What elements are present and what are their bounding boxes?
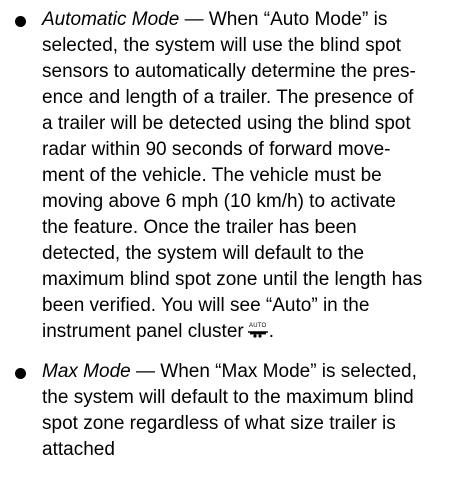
list-item-automatic-mode: Automatic Mode — When “Auto Mode” is sel… bbox=[0, 0, 452, 345]
max-mode-term: Max Mode bbox=[42, 361, 131, 382]
text-line: Automatic Mode — When “Auto Mode” is bbox=[42, 9, 388, 30]
text-line: moving above 6 mph (10 km/h) to activate bbox=[42, 191, 396, 212]
text-line: sensors to automatically determine the p… bbox=[42, 61, 416, 82]
text-line: ment of the vehicle. The vehicle must be bbox=[42, 165, 382, 186]
text-line: the feature. Once the trailer has been bbox=[42, 217, 357, 238]
text-line: ence and length of a trailer. The presen… bbox=[42, 87, 414, 108]
automatic-mode-term: Automatic Mode bbox=[42, 9, 180, 30]
text-line: the system will default to the maximum b… bbox=[42, 387, 414, 408]
mode-list: Automatic Mode — When “Auto Mode” is sel… bbox=[0, 0, 452, 463]
text-line: selected, the system will use the blind … bbox=[42, 35, 402, 56]
list-item-max-mode: Max Mode — When “Max Mode” is selected, … bbox=[0, 359, 452, 463]
auto-icon-label: AUTO bbox=[249, 323, 267, 329]
text-line: spot zone regardless of what size traile… bbox=[42, 413, 396, 434]
bullet-icon bbox=[15, 368, 26, 379]
auto-trailer-icon: AUTO bbox=[247, 323, 269, 338]
text-line: Max Mode — When “Max Mode” is selected, bbox=[42, 361, 417, 382]
text-line: a trailer will be detected using the bli… bbox=[42, 113, 411, 134]
bullet-icon bbox=[15, 16, 26, 27]
text-line: detected, the system will default to the bbox=[42, 243, 365, 264]
text-line: maximum blind spot zone until the length… bbox=[42, 269, 423, 290]
text-line: been verified. You will see “Auto” in th… bbox=[42, 295, 370, 316]
text-line: attached bbox=[42, 439, 115, 460]
text-line: instrument panel cluster AUTO. bbox=[42, 321, 274, 342]
text-line: radar within 90 seconds of forward move- bbox=[42, 139, 391, 160]
